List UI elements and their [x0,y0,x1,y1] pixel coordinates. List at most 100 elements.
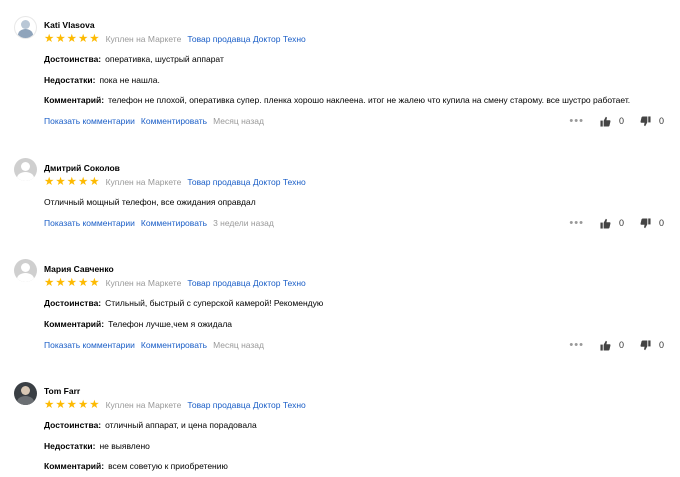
pros-label: Достоинства: [44,298,102,308]
rating-stars: ★ ★ ★ ★ ★ [44,276,100,289]
like-count: 0 [618,340,624,350]
star-icon: ★ [66,276,77,289]
seller-link[interactable]: Товар продавца Доктор Техно [187,400,305,410]
star-icon: ★ [66,398,77,411]
cons-line: Недостатки: не выявлено [44,441,150,451]
add-comment-link[interactable]: Комментировать [141,218,207,228]
reviewer-name[interactable]: Tom Farr [44,386,80,396]
review-actions: Показать комментарии Комментировать Меся… [44,115,264,127]
user-avatar-icon[interactable] [14,382,37,405]
reviewer-name[interactable]: Мария Савченко [44,264,114,274]
like-count: 0 [618,218,624,228]
rating-stars: ★ ★ ★ ★ ★ [44,398,100,411]
bought-on-market-label: Куплен на Маркете [105,400,182,410]
pros-line: Достоинства: отличный аппарат, и цена пор… [44,420,257,430]
star-icon: ★ [55,276,66,289]
dislike-control: 0 [640,115,664,127]
seller-link[interactable]: Товар продавца Доктор Техно [187,278,305,288]
show-comments-link[interactable]: Показать комментарии [44,116,135,126]
thumbs-down-icon[interactable] [640,217,651,229]
more-dots-icon[interactable]: ••• [569,116,584,127]
dislike-control: 0 [640,217,664,229]
review-actions: Показать комментарии Комментировать Меся… [44,339,264,351]
star-icon: ★ [77,32,89,45]
comment-line: Комментарий: Телефон лучше,чем я ожидала [44,319,232,329]
add-comment-link[interactable]: Комментировать [141,116,207,126]
star-icon: ★ [44,175,55,188]
star-icon: ★ [89,175,100,188]
review-meta: ★ ★ ★ ★ ★ Куплен на Маркете Товар продавца Д… [44,33,306,45]
cons-text: пока не нашла. [99,75,160,85]
comment-text: всем советую к приобретению [108,461,228,471]
like-control: 0 [600,116,624,127]
dislike-count: 0 [658,218,664,228]
review-actions: Показать комментарии Комментировать 3 не… [44,217,274,229]
user-avatar-icon[interactable] [14,16,37,39]
star-icon: ★ [77,398,89,411]
reviewer-name[interactable]: Kati Vlasova [44,20,95,30]
star-icon: ★ [44,276,55,289]
thumbs-down-icon[interactable] [640,115,651,127]
vote-bar: ••• 0 0 [569,339,664,351]
more-dots-icon[interactable]: ••• [569,340,584,351]
like-count: 0 [618,116,624,126]
comment-line: Комментарий: телефон не плохой, оперативк… [44,95,630,105]
comment-line: Комментарий: всем советую к приобретению [44,461,228,471]
comment-label: Комментарий: [44,461,105,471]
review-meta: ★ ★ ★ ★ ★ Куплен на Маркете Товар продавца Д… [44,277,306,289]
pros-text: оперативка, шустрый аппарат [105,54,224,64]
show-comments-link[interactable]: Показать комментарии [44,340,135,350]
cons-line: Недостатки: пока не нашла. [44,75,160,85]
comment-label: Комментарий: [44,95,105,105]
comment-label: Комментарий: [44,319,105,329]
thumbs-up-icon[interactable] [600,116,611,127]
review-date: Месяц назад [213,116,264,126]
pros-label: Достоинства: [44,420,102,430]
bought-on-market-label: Куплен на Маркете [105,34,182,44]
star-icon: ★ [77,175,89,188]
thumbs-up-icon[interactable] [600,218,611,229]
more-dots-icon[interactable]: ••• [569,218,584,229]
dislike-control: 0 [640,339,664,351]
bought-on-market-label: Куплен на Маркете [105,278,182,288]
user-avatar-icon[interactable] [14,259,37,282]
rating-stars: ★ ★ ★ ★ ★ [44,32,100,45]
star-icon: ★ [89,276,100,289]
thumbs-down-icon[interactable] [640,339,651,351]
star-icon: ★ [55,398,66,411]
pros-text: Стильный, быстрый с суперской камерой! Р… [105,298,324,308]
comment-text: телефон не плохой, оперативка супер. пле… [108,95,631,105]
dislike-count: 0 [658,340,664,350]
dislike-count: 0 [658,116,664,126]
comment-text: Телефон лучше,чем я ожидала [108,319,233,329]
star-icon: ★ [66,32,77,45]
star-icon: ★ [89,32,100,45]
star-icon: ★ [44,398,55,411]
vote-bar: ••• 0 0 [569,115,664,127]
review-meta: ★ ★ ★ ★ ★ Куплен на Маркете Товар продавца Д… [44,399,306,411]
user-avatar-icon[interactable] [14,158,37,181]
cons-label: Недостатки: [44,75,96,85]
pros-line: Достоинства: Стильный, быстрый с суперско… [44,298,323,308]
seller-link[interactable]: Товар продавца Доктор Техно [187,177,305,187]
like-control: 0 [600,340,624,351]
pros-label: Достоинства: [44,54,102,64]
add-comment-link[interactable]: Комментировать [141,340,207,350]
review-date: Месяц назад [213,340,264,350]
cons-text: не выявлено [99,441,150,451]
seller-link[interactable]: Товар продавца Доктор Техно [187,34,305,44]
star-icon: ★ [55,175,66,188]
thumbs-up-icon[interactable] [600,340,611,351]
star-icon: ★ [89,398,100,411]
like-control: 0 [600,218,624,229]
vote-bar: ••• 0 0 [569,217,664,229]
review-date: 3 недели назад [213,218,274,228]
star-icon: ★ [66,175,77,188]
star-icon: ★ [44,32,55,45]
show-comments-link[interactable]: Показать комментарии [44,218,135,228]
pros-text: отличный аппарат, и цена порадовала [105,420,257,430]
reviewer-name[interactable]: Дмитрий Соколов [44,163,120,173]
rating-stars: ★ ★ ★ ★ ★ [44,175,100,188]
bought-on-market-label: Куплен на Маркете [105,177,182,187]
cons-label: Недостатки: [44,441,96,451]
